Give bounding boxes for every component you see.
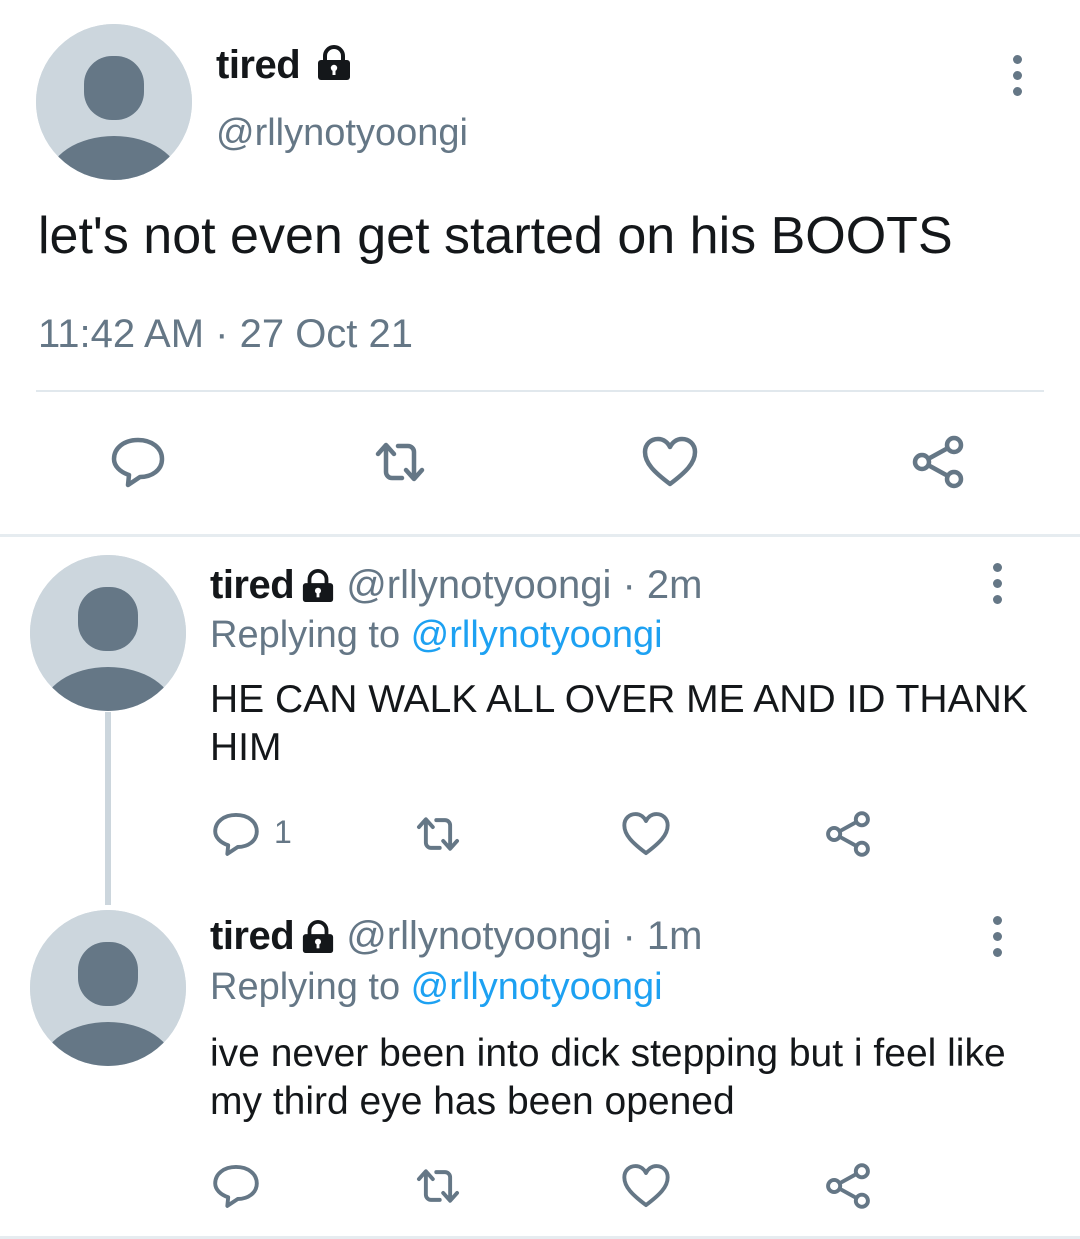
share-icon[interactable] xyxy=(908,432,968,492)
reply-author-avatar[interactable] xyxy=(30,555,186,711)
author-name-text: tired xyxy=(216,43,301,87)
retweet-icon[interactable] xyxy=(412,1160,464,1212)
reply-text: ive never been into dick stepping but i … xyxy=(210,1032,1006,1123)
divider xyxy=(36,390,1044,392)
heart-icon[interactable] xyxy=(640,432,700,492)
retweet-icon[interactable] xyxy=(412,808,464,860)
reply-bubble-icon[interactable] xyxy=(210,808,262,860)
author-avatar[interactable] xyxy=(36,24,192,180)
replying-to-label: Replying to xyxy=(210,614,411,656)
lock-icon xyxy=(303,568,334,602)
replying-to-label: Replying to xyxy=(210,966,411,1008)
lock-icon xyxy=(317,45,350,81)
lock-icon xyxy=(303,919,334,953)
reply-author-name: tired xyxy=(210,914,295,958)
replying-to: Replying to @rllynotyoongi xyxy=(210,966,663,1009)
reply-text: HE CAN WALK ALL OVER ME AND ID THANK HIM xyxy=(210,678,1028,769)
replying-to-mention[interactable]: @rllynotyoongi xyxy=(411,966,663,1008)
reply-count: 1 xyxy=(274,814,292,850)
retweet-icon[interactable] xyxy=(370,432,430,492)
heart-icon[interactable] xyxy=(620,808,672,860)
reply-handle-time: @rllynotyoongi · 1m xyxy=(346,914,703,958)
default-avatar-icon xyxy=(30,555,186,711)
reply-header[interactable]: tired @rllynotyoongi · 1m xyxy=(210,914,702,959)
share-icon[interactable] xyxy=(822,808,874,860)
thread-line xyxy=(105,712,111,905)
replying-to: Replying to @rllynotyoongi xyxy=(210,614,663,657)
replying-to-mention[interactable]: @rllynotyoongi xyxy=(411,614,663,656)
author-name[interactable]: tired xyxy=(216,43,353,88)
default-avatar-icon xyxy=(30,910,186,1066)
reply-author-name: tired xyxy=(210,563,295,607)
reply-handle-time: @rllynotyoongi · 2m xyxy=(346,563,703,607)
reply-author-avatar[interactable] xyxy=(30,910,186,1066)
more-vertical-icon[interactable] xyxy=(1002,45,1032,105)
reply-bubble-icon[interactable] xyxy=(108,432,168,492)
tweet-text: let's not even get started on his BOOTS xyxy=(38,207,953,265)
tweet-timestamp[interactable]: 11:42 AM · 27 Oct 21 xyxy=(38,312,413,357)
more-vertical-icon[interactable] xyxy=(982,906,1012,966)
heart-icon[interactable] xyxy=(620,1160,672,1212)
share-icon[interactable] xyxy=(822,1160,874,1212)
author-handle[interactable]: @rllynotyoongi xyxy=(216,112,468,155)
reply-header[interactable]: tired @rllynotyoongi · 2m xyxy=(210,563,702,608)
default-avatar-icon xyxy=(36,24,192,180)
reply-bubble-icon[interactable] xyxy=(210,1160,262,1212)
more-vertical-icon[interactable] xyxy=(982,553,1012,613)
section-divider xyxy=(0,534,1080,537)
